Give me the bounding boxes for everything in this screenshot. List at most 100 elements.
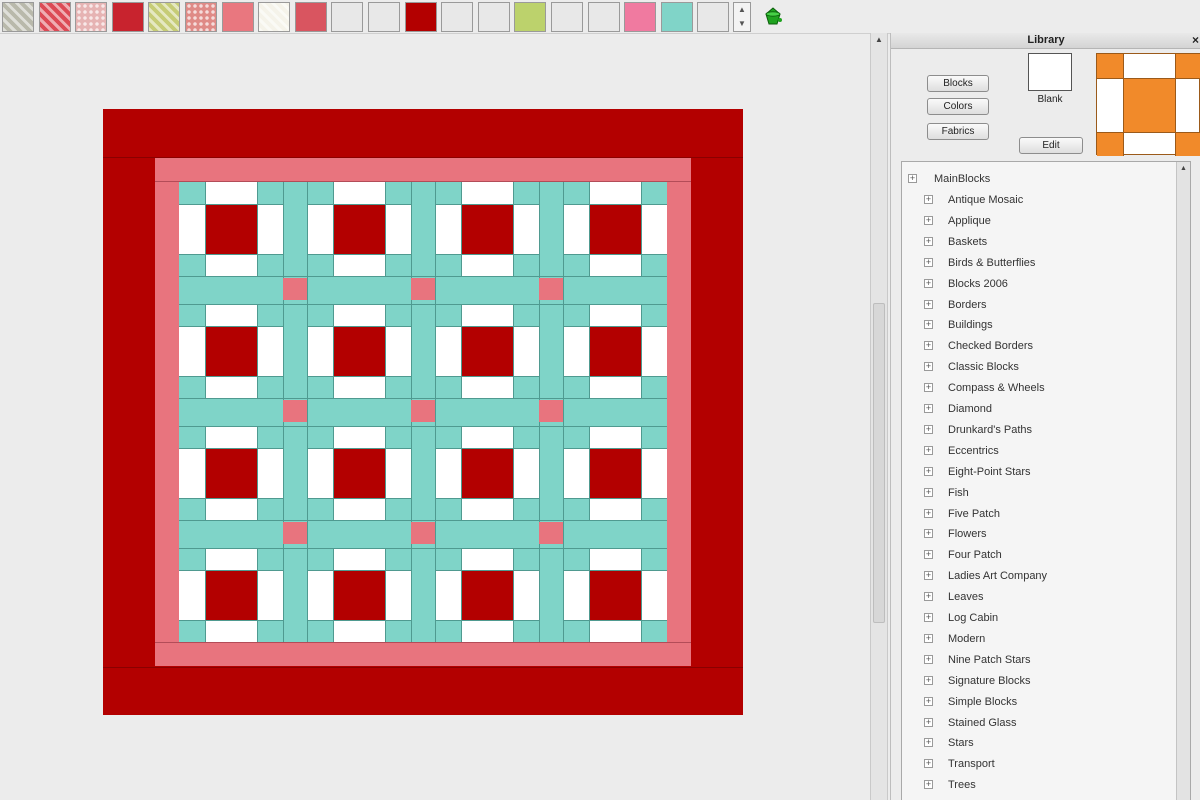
fabric-swatch[interactable] bbox=[258, 2, 291, 32]
expand-icon[interactable]: + bbox=[924, 508, 933, 518]
tree-item[interactable]: + Birds & Butterflies bbox=[902, 253, 1177, 273]
tree-item[interactable]: + Trees bbox=[902, 775, 1177, 795]
expand-icon[interactable]: + bbox=[924, 236, 933, 246]
tree-item[interactable]: + Signature Blocks bbox=[902, 671, 1177, 691]
expand-icon[interactable]: + bbox=[924, 383, 933, 393]
expand-icon[interactable]: + bbox=[924, 424, 933, 434]
tree-item[interactable]: + Applique bbox=[902, 211, 1177, 231]
tree-item[interactable]: + Log Cabin bbox=[902, 608, 1177, 628]
tree-item[interactable]: + Simple Blocks bbox=[902, 692, 1177, 712]
tree-item[interactable]: + Compass & Wheels bbox=[902, 378, 1177, 398]
tree-item[interactable]: + Classic Blocks bbox=[902, 357, 1177, 377]
expand-icon[interactable]: + bbox=[924, 215, 933, 225]
fabric-swatch[interactable] bbox=[660, 2, 693, 32]
fabric-swatch[interactable] bbox=[111, 2, 144, 32]
tree-item[interactable]: + Stained Glass bbox=[902, 713, 1177, 733]
tree-item[interactable]: + Buildings bbox=[902, 315, 1177, 335]
fabric-swatch[interactable] bbox=[38, 2, 71, 32]
expand-icon[interactable]: + bbox=[924, 257, 933, 267]
block-preview[interactable] bbox=[1096, 53, 1200, 156]
expand-icon[interactable]: + bbox=[924, 278, 933, 288]
tree-item[interactable]: + Eccentrics bbox=[902, 441, 1177, 461]
tree-scrollbar[interactable]: ▲ bbox=[1176, 162, 1190, 800]
tree-item[interactable]: + Fish bbox=[902, 483, 1177, 503]
quilt-layout[interactable] bbox=[103, 109, 743, 715]
colors-button[interactable]: Colors bbox=[927, 98, 989, 115]
scroll-up-icon[interactable]: ▲ bbox=[734, 3, 750, 17]
fabric-swatch[interactable] bbox=[294, 2, 327, 32]
expand-icon[interactable]: + bbox=[924, 633, 933, 643]
expand-icon[interactable]: + bbox=[908, 174, 917, 183]
expand-icon[interactable]: + bbox=[924, 613, 933, 622]
tree-item[interactable]: + Ladies Art Company bbox=[902, 566, 1177, 586]
tree-item[interactable]: + Leaves bbox=[902, 587, 1177, 607]
tree-item[interactable]: + Stars bbox=[902, 733, 1177, 753]
fabric-swatch[interactable] bbox=[221, 2, 254, 32]
fabric-swatch[interactable] bbox=[514, 2, 547, 32]
tree-item[interactable]: + Flowers bbox=[902, 524, 1177, 544]
fabric-swatch[interactable] bbox=[441, 2, 474, 32]
fabric-swatch[interactable] bbox=[75, 2, 108, 32]
fabric-swatch[interactable] bbox=[185, 2, 217, 32]
expand-icon[interactable]: + bbox=[924, 696, 933, 706]
expand-icon[interactable]: + bbox=[924, 717, 933, 727]
fabric-swatch[interactable] bbox=[477, 2, 510, 32]
fabric-swatch[interactable] bbox=[331, 2, 364, 32]
expand-icon[interactable]: + bbox=[924, 362, 933, 372]
tree-item[interactable]: + Checked Borders bbox=[902, 336, 1177, 356]
expand-icon[interactable]: + bbox=[924, 320, 933, 330]
blank-block-preview[interactable] bbox=[1028, 53, 1072, 91]
scroll-up-icon[interactable]: ▲ bbox=[1177, 162, 1190, 176]
tree-item[interactable]: + Antique Mosaic bbox=[902, 190, 1177, 210]
fabric-swatch[interactable] bbox=[148, 2, 181, 32]
tree-item[interactable]: + Four Patch bbox=[902, 545, 1177, 565]
swatch-scroll-stepper[interactable]: ▲ ▼ bbox=[733, 2, 751, 32]
expand-icon[interactable]: + bbox=[924, 592, 933, 602]
tree-item[interactable]: + Nine Patch Stars bbox=[902, 650, 1177, 670]
expand-icon[interactable]: + bbox=[924, 738, 933, 748]
tree-item-label: MainBlocks bbox=[934, 173, 991, 185]
tree-root[interactable]: + MainBlocks bbox=[902, 169, 1177, 189]
scrollbar-thumb[interactable] bbox=[873, 303, 885, 623]
expand-icon[interactable]: + bbox=[924, 654, 933, 664]
fabric-swatch[interactable] bbox=[368, 2, 400, 32]
fabric-swatch[interactable] bbox=[551, 2, 583, 32]
expand-icon[interactable]: + bbox=[924, 487, 933, 497]
expand-icon[interactable]: + bbox=[924, 759, 933, 769]
expand-icon[interactable]: + bbox=[924, 299, 933, 309]
fabric-swatch[interactable] bbox=[404, 2, 437, 32]
fabric-swatch[interactable] bbox=[624, 2, 657, 32]
expand-icon[interactable]: + bbox=[924, 195, 933, 204]
fabric-swatch[interactable] bbox=[587, 2, 620, 32]
tree-item[interactable]: + Eight-Point Stars bbox=[902, 462, 1177, 482]
expand-icon[interactable]: + bbox=[924, 529, 933, 539]
expand-icon[interactable]: + bbox=[924, 466, 933, 476]
expand-icon[interactable]: + bbox=[924, 341, 933, 351]
scroll-up-icon[interactable]: ▲ bbox=[871, 33, 887, 47]
tree-item[interactable]: + Five Patch bbox=[902, 504, 1177, 524]
cornerstone bbox=[411, 400, 435, 422]
tree-item[interactable]: + Baskets bbox=[902, 232, 1177, 252]
paint-bucket-button[interactable] bbox=[760, 4, 786, 30]
expand-icon[interactable]: + bbox=[924, 445, 933, 455]
expand-icon[interactable]: + bbox=[924, 675, 933, 685]
edit-button[interactable]: Edit bbox=[1019, 137, 1083, 154]
expand-icon[interactable]: + bbox=[924, 571, 933, 581]
fabrics-button[interactable]: Fabrics bbox=[927, 123, 989, 140]
expand-icon[interactable]: + bbox=[924, 404, 933, 413]
tree-item[interactable]: + Blocks 2006 bbox=[902, 274, 1177, 294]
close-icon[interactable]: × bbox=[1192, 33, 1199, 47]
blocks-button[interactable]: Blocks bbox=[927, 75, 989, 92]
expand-icon[interactable]: + bbox=[924, 780, 933, 790]
block-library-tree[interactable]: ▲ + MainBlocks + Antique Mosaic + Applique + Ba… bbox=[901, 161, 1191, 800]
scroll-down-icon[interactable]: ▼ bbox=[734, 17, 750, 31]
tree-item[interactable]: + Diamond bbox=[902, 399, 1177, 419]
fabric-swatch[interactable] bbox=[2, 2, 34, 32]
tree-item[interactable]: + Borders bbox=[902, 295, 1177, 315]
workspace-scrollbar[interactable]: ▲ bbox=[870, 33, 888, 800]
fabric-swatch[interactable] bbox=[697, 2, 730, 32]
tree-item[interactable]: + Transport bbox=[902, 754, 1177, 774]
tree-item[interactable]: + Modern bbox=[902, 629, 1177, 649]
tree-item[interactable]: + Drunkard's Paths bbox=[902, 420, 1177, 440]
expand-icon[interactable]: + bbox=[924, 550, 933, 560]
